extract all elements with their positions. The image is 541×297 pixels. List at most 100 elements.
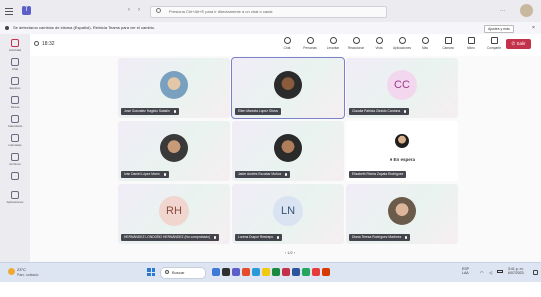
participant-tile[interactable]: Jader Andrés Escobar Muñoz: [232, 121, 344, 181]
acrobat-icon[interactable]: [312, 268, 320, 276]
chat-icon: [11, 58, 19, 66]
rail-item-more[interactable]: [0, 172, 30, 181]
rail-item-equipos[interactable]: Equipos: [0, 77, 30, 90]
teams-icon[interactable]: [232, 268, 240, 276]
toolbar-label: Vista: [375, 46, 383, 50]
toolbar-share-button[interactable]: Compartir: [484, 36, 504, 50]
rail-item-label: Actividad: [8, 48, 22, 52]
participant-nameplate: Claudia Patricia Giraldo Cardona: [349, 108, 410, 115]
mic-muted-icon: [163, 172, 166, 176]
participant-tile[interactable]: ⏸ En espera Elizabeth Rivera Zapata Rodrí…: [346, 121, 458, 181]
mic-muted-icon: [285, 172, 288, 176]
participant-tile[interactable]: LN Lorena Duque Restrepo: [232, 184, 344, 244]
toolbar-apps-button[interactable]: Aplicaciones: [392, 36, 412, 50]
toolbar-chat-button[interactable]: Chat: [277, 36, 297, 50]
excel-icon[interactable]: [272, 268, 280, 276]
clock[interactable]: 3:41 p. m. 6/07/2023: [508, 267, 524, 275]
word-icon[interactable]: [292, 268, 300, 276]
task-view-icon[interactable]: [212, 268, 220, 276]
toolbar-view-button[interactable]: Vista: [369, 36, 389, 50]
weather-temp: 23°C: [17, 267, 26, 272]
user-avatar[interactable]: [520, 4, 533, 17]
avatar-photo: [388, 197, 416, 225]
avatar-initials: LN: [273, 196, 303, 226]
avatar-photo: [274, 134, 302, 162]
rail-item-aplicaciones[interactable]: Aplicaciones: [0, 191, 30, 204]
close-notice-icon[interactable]: ×: [532, 22, 535, 34]
forward-icon[interactable]: ›: [138, 7, 140, 13]
toolbar-label: Reaccionar: [347, 46, 365, 50]
notifications-icon[interactable]: [533, 270, 538, 275]
bell-icon: [11, 39, 19, 47]
rail-item-chat[interactable]: Chat: [0, 58, 30, 71]
participant-nameplate: Elizabeth Rivera Zapata Rodríguez: [349, 171, 407, 178]
participant-name: Elizabeth Rivera Zapata Rodríguez: [352, 172, 404, 176]
toolbar-label: Personas: [303, 46, 317, 50]
wifi-icon[interactable]: ◠: [480, 270, 484, 275]
participant-tile[interactable]: RH HERNÁNDEZ LONDOÑO HERNÁNDEZ (No compro…: [118, 184, 230, 244]
meeting-toolbar: 18:32 Chat Personas Levantar Reaccionar Vist…: [30, 34, 541, 57]
more-options-icon[interactable]: ···: [500, 8, 505, 14]
powerpoint-icon[interactable]: [282, 268, 290, 276]
participant-name: Claudia Patricia Giraldo Cardona: [352, 109, 401, 113]
toolbar-mic-button[interactable]: Micro: [461, 36, 481, 50]
participant-tile[interactable]: Ellen Marcela Lopez Olivos: [231, 57, 345, 119]
settings-button[interactable]: Ajustes y más: [484, 25, 514, 33]
toolbar-label: Micro: [467, 46, 475, 50]
mic-muted-icon: [404, 109, 407, 113]
rail-item-label: Calendario: [7, 124, 23, 128]
search-input[interactable]: Presiona Ctrl+Alt+E para ir directamente…: [150, 6, 387, 18]
participant-tile[interactable]: Iván Daniel López Marín: [118, 121, 230, 181]
calls-icon: [11, 134, 19, 142]
participant-tile[interactable]: Diana Teresa Rodríguez Martínez: [346, 184, 458, 244]
widgets-icon[interactable]: [222, 268, 230, 276]
participant-tile[interactable]: José Gonzalez Hagiolo Saladin: [118, 58, 230, 118]
toolbar-more-button[interactable]: Más: [415, 36, 435, 50]
clock-date: 6/07/2023: [508, 271, 524, 275]
toolbar-raise-hand-button[interactable]: Levantar: [323, 36, 343, 50]
chrome-icon[interactable]: [242, 268, 250, 276]
toolbar-people-button[interactable]: Personas: [300, 36, 320, 50]
avatar-photo: [395, 134, 409, 148]
toolbar-label: Cámara: [442, 46, 454, 50]
participant-name: José Gonzalez Hagiolo Saladin: [124, 109, 170, 113]
next-page-icon[interactable]: ›: [293, 250, 295, 255]
toolbar-camera-button[interactable]: Cámara: [438, 36, 458, 50]
rail-item-label: Tareas: [10, 105, 20, 109]
react-icon: [352, 37, 360, 44]
notice-text: Se detectaron cambios de idioma (Español…: [13, 25, 155, 30]
participant-tile[interactable]: CC Claudia Patricia Giraldo Cardona: [346, 58, 458, 118]
info-icon: [5, 26, 9, 30]
speaker-icon[interactable]: ◁: [489, 270, 492, 275]
office-icon[interactable]: [322, 268, 330, 276]
menu-icon[interactable]: [5, 7, 13, 15]
back-icon[interactable]: ‹: [128, 7, 130, 13]
rail-item-tareas[interactable]: Tareas: [0, 96, 30, 109]
file-explorer-icon[interactable]: [262, 268, 270, 276]
participant-nameplate: Jader Andrés Escobar Muñoz: [235, 171, 291, 178]
taskbar-search[interactable]: Buscar: [160, 267, 206, 279]
shield-icon: [34, 41, 39, 46]
rail-item-calendario[interactable]: Calendario: [0, 115, 30, 128]
search-icon: [156, 8, 161, 13]
edge-icon[interactable]: [252, 268, 260, 276]
rail-item-actividad[interactable]: Actividad: [0, 39, 30, 52]
rail-item-archivos[interactable]: Archivos: [0, 153, 30, 166]
avatar-photo: [160, 134, 188, 162]
pagination[interactable]: ‹ 1/2 ›: [270, 249, 310, 257]
toolbar-label: Levantar: [326, 46, 340, 50]
rail-item-llamadas[interactable]: Llamadas: [0, 134, 30, 147]
raise-hand-icon: [329, 37, 337, 44]
weather-desc: Parc. soleado: [17, 273, 39, 277]
whatsapp-icon[interactable]: [302, 268, 310, 276]
rail-item-label: Llamadas: [8, 143, 22, 147]
mic-muted-icon: [277, 235, 280, 239]
share-icon: [490, 37, 498, 44]
participant-name: HERNÁNDEZ LONDOÑO HERNÁNDEZ (No comproba…: [124, 235, 211, 239]
windows-start-icon[interactable]: [147, 268, 155, 276]
toolbar-react-button[interactable]: Reaccionar: [346, 36, 366, 50]
weather-icon: [8, 268, 15, 275]
language-indicator[interactable]: ESP LAA: [462, 267, 469, 275]
battery-icon[interactable]: [497, 270, 503, 273]
leave-button[interactable]: ✆ Salir: [506, 39, 531, 49]
